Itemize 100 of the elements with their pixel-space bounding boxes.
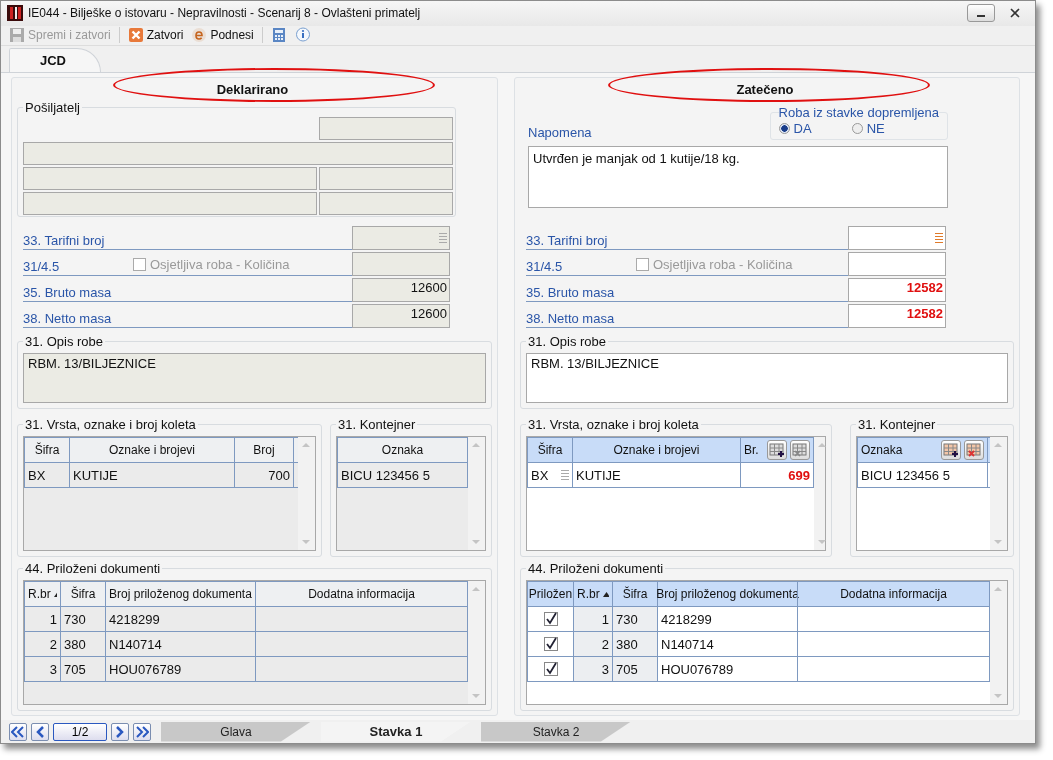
table-cell: HOU076789	[105, 657, 255, 682]
column-header[interactable]: Šifra	[70, 587, 96, 602]
table-cell: 700	[234, 463, 294, 488]
lookup-field[interactable]	[352, 226, 450, 251]
input-field[interactable]: 12600	[352, 278, 450, 303]
column-header[interactable]: Br.	[744, 443, 759, 458]
tab[interactable]: Stavka 1	[321, 721, 471, 742]
input-field[interactable]	[23, 142, 453, 166]
delete-row-icon	[792, 442, 808, 459]
calculator-icon	[270, 27, 287, 44]
minimize-button[interactable]	[967, 4, 995, 23]
column-header[interactable]: Šifra	[537, 443, 563, 458]
group-label: 31. Kontejner	[857, 417, 937, 433]
add-row-button[interactable]	[767, 440, 787, 461]
column-header[interactable]: Oznaka	[381, 443, 424, 458]
field-label: 35. Bruto masa	[526, 285, 615, 302]
scrollbar[interactable]	[990, 437, 1007, 551]
column-header[interactable]: Broj priloženog dokumenta	[109, 587, 252, 602]
delete-row-button[interactable]	[964, 440, 984, 461]
table-cell: BX	[24, 463, 69, 488]
column-header[interactable]: Oznaka	[861, 443, 903, 458]
close-icon	[127, 27, 144, 44]
last-page-button[interactable]	[133, 722, 151, 741]
table-cell: BX	[527, 463, 572, 488]
group-label: 31. Vrsta, oznake i broj koleta	[24, 417, 197, 433]
table-cell: 730	[60, 607, 105, 632]
note-field[interactable]: Utvrđen je manjak od 1 kutije/18 kg.	[528, 146, 948, 209]
field-label: 33. Tarifni broj	[526, 233, 608, 250]
scrollbar[interactable]	[990, 581, 1007, 705]
input-field[interactable]: 12582	[848, 278, 946, 303]
checkbox[interactable]	[543, 612, 558, 627]
next-page-button[interactable]	[111, 722, 129, 741]
field-label: 33. Tarifni broj	[23, 233, 105, 250]
previous-page-button[interactable]	[31, 722, 49, 741]
column-header[interactable]: Priložen	[528, 587, 573, 602]
scrollbar[interactable]	[468, 581, 485, 705]
column-header[interactable]: Dodatna informacija	[308, 587, 415, 602]
table-cell: 1	[573, 607, 612, 632]
table-cell: 380	[60, 632, 105, 657]
table-cell: 3	[24, 657, 60, 682]
group-label: 44. Priloženi dokumenti	[24, 561, 162, 577]
input-field[interactable]: 12600	[352, 304, 450, 329]
tab[interactable]: JCD	[9, 48, 101, 73]
table-cell: 4218299	[105, 607, 255, 632]
close-icon	[1010, 8, 1020, 19]
column-header[interactable]: Broj	[253, 443, 275, 458]
column-header[interactable]: Oznake i brojevi	[108, 443, 195, 458]
input-field[interactable]	[319, 192, 453, 216]
input-field[interactable]	[23, 192, 317, 216]
field-label: 38. Netto masa	[23, 311, 112, 328]
group-label: Pošiljatelj	[24, 100, 81, 116]
add-row-icon	[943, 442, 959, 459]
input-field[interactable]	[352, 252, 450, 277]
checkbox[interactable]	[543, 662, 558, 677]
column-header[interactable]: R.br	[577, 587, 600, 602]
submit-button[interactable]: Podnesi	[189, 26, 256, 45]
input-field[interactable]	[23, 167, 317, 191]
table-cell: 699	[740, 463, 814, 488]
delete-row-icon	[966, 442, 982, 459]
scrollbar[interactable]	[298, 437, 315, 551]
column-header[interactable]: Oznake i brojevi	[613, 443, 700, 458]
tab[interactable]: Glava	[161, 721, 311, 742]
field-label: 31/4.5	[23, 259, 60, 276]
scrollbar[interactable]	[468, 437, 485, 551]
table-cell: 2	[573, 632, 612, 657]
checkbox[interactable]	[543, 637, 558, 652]
description-field[interactable]: RBM. 13/BILJEZNICE	[526, 353, 1008, 404]
double-chevron-right-icon	[135, 725, 149, 738]
column-header[interactable]: Šifra	[34, 443, 60, 458]
column-header[interactable]: Šifra	[622, 587, 648, 602]
table-cell: 705	[612, 657, 657, 682]
lookup-field[interactable]	[848, 226, 946, 251]
input-field[interactable]	[319, 117, 453, 141]
page-indicator[interactable]: 1/2	[53, 722, 107, 741]
list-icon	[439, 232, 447, 245]
double-chevron-left-icon	[11, 725, 25, 738]
radio-option[interactable]: NE	[851, 120, 885, 137]
tab[interactable]: Stavka 2	[481, 721, 631, 742]
table-cell: 3	[573, 657, 612, 682]
table-cell: 1	[24, 607, 60, 632]
chevron-left-icon	[35, 725, 45, 738]
column-header[interactable]: Broj priloženog dokumenta	[656, 587, 799, 602]
column-header[interactable]: Dodatna informacija	[840, 587, 947, 602]
description-field[interactable]: RBM. 13/BILJEZNICE	[23, 353, 486, 404]
input-field[interactable]	[319, 167, 453, 191]
window-title: IE044 - Bilješke o istovaru - Nepravilnosti - Scenarij 8 - Ovlašteni primatelj	[28, 6, 421, 21]
input-field[interactable]: 12582	[848, 304, 946, 329]
panel-heading: Deklarirano	[216, 81, 289, 97]
column-header[interactable]: R.br	[28, 587, 51, 602]
radio-option[interactable]: DA	[778, 120, 812, 137]
info-icon	[294, 27, 311, 44]
add-row-icon	[769, 442, 785, 459]
list-icon	[561, 469, 569, 482]
input-field[interactable]	[848, 252, 946, 277]
field-label: 38. Netto masa	[526, 311, 615, 328]
first-page-button[interactable]	[9, 722, 27, 741]
add-row-button[interactable]	[941, 440, 961, 461]
scrollbar[interactable]	[814, 437, 825, 551]
table-cell: KUTIJE	[69, 463, 234, 488]
close-button[interactable]: Zatvori	[125, 26, 186, 45]
